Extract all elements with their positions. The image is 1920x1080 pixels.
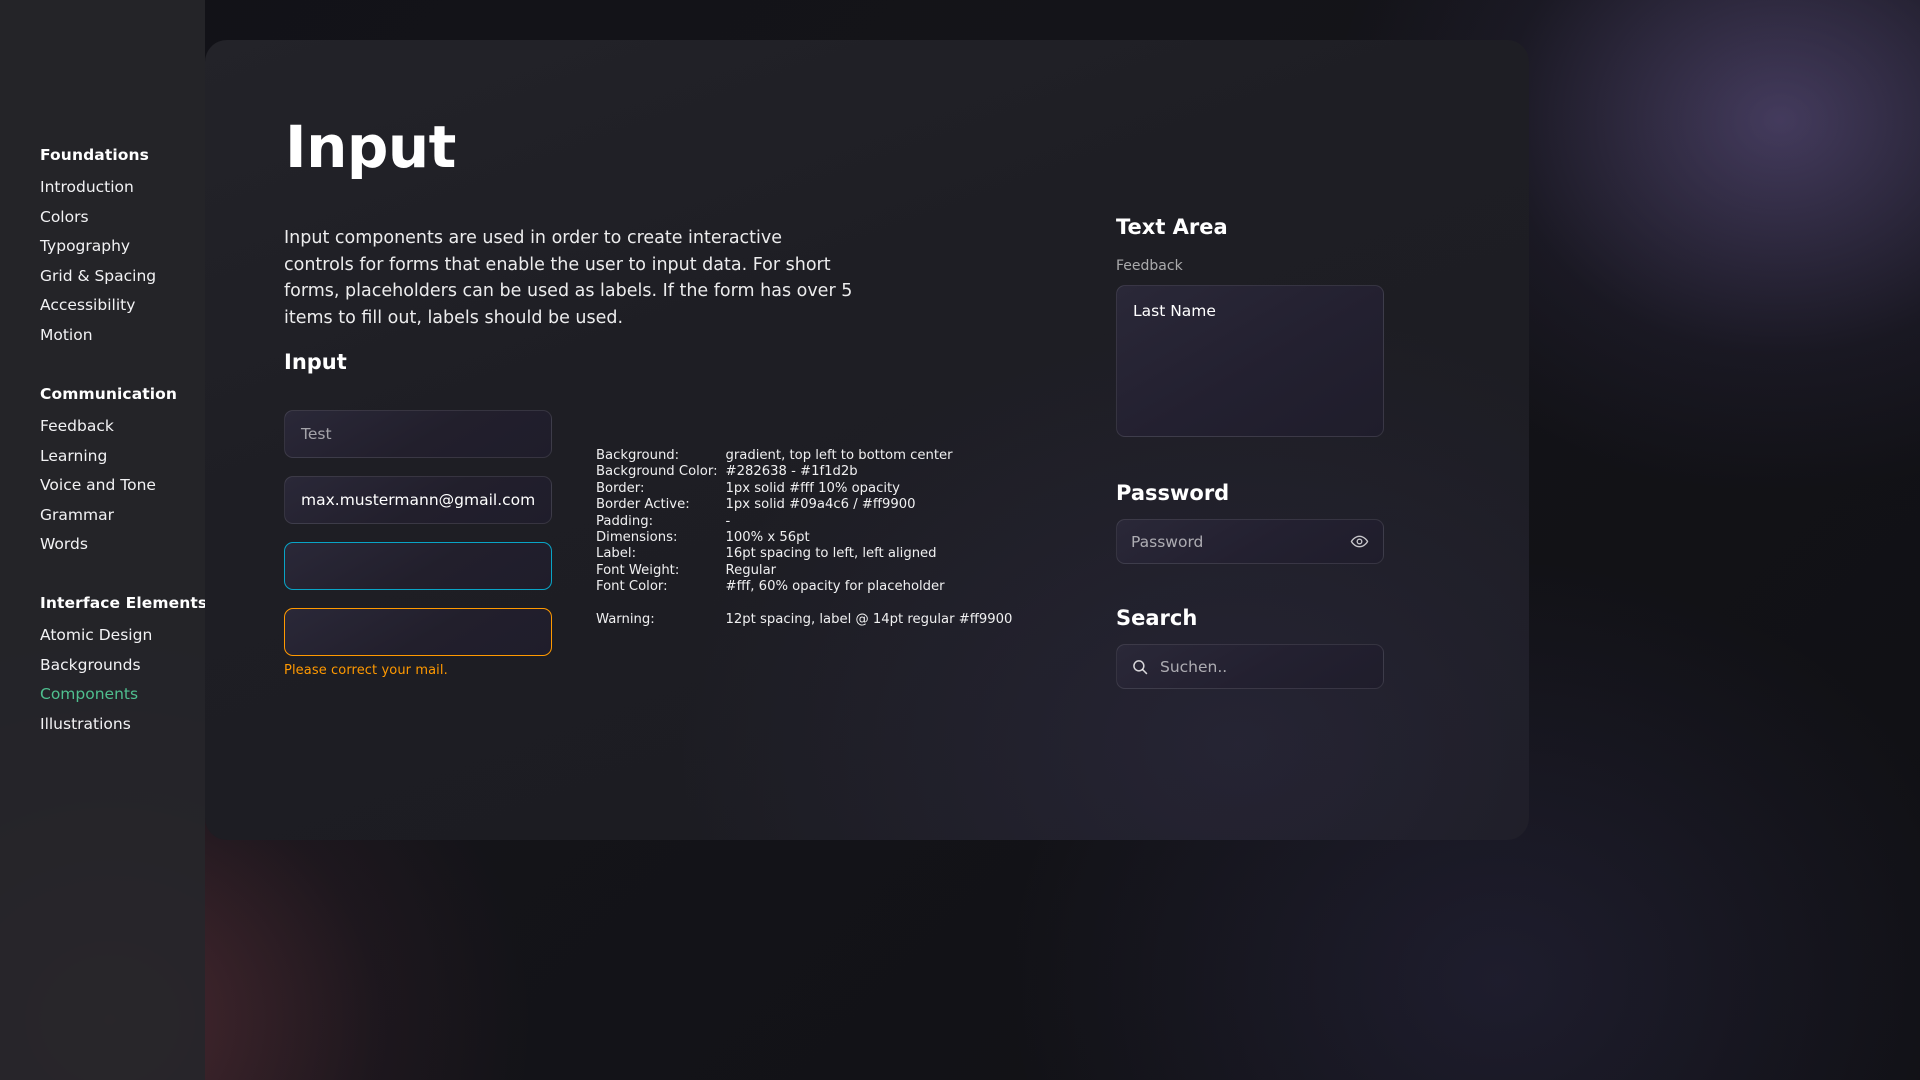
sidebar-item-grid-and-spacing[interactable]: Grid & Spacing (40, 262, 156, 292)
spec-value-warning: 12pt spacing, label @ 14pt regular #ff99… (725, 612, 1013, 628)
spec-row: Font Weight: Regular (596, 563, 1012, 579)
nav-group-interface-elements: Interface Elements Atomic Design Backgro… (40, 594, 207, 739)
sidebar-item-learning[interactable]: Learning (40, 442, 177, 472)
password-section: Password Password (1116, 481, 1384, 564)
sidebar-item-feedback[interactable]: Feedback (40, 412, 177, 442)
spec-spacer (596, 596, 1012, 612)
spec-key: Dimensions: (596, 530, 678, 546)
search-icon (1131, 658, 1149, 676)
sidebar-item-accessibility[interactable]: Accessibility (40, 291, 156, 321)
spec-row: Label: 16pt spacing to left, left aligne… (596, 546, 1012, 562)
spec-row-warning: Warning: 12pt spacing, label @ 14pt regu… (596, 612, 1012, 628)
input-filled-email[interactable]: max.mustermann@gmail.com (284, 476, 552, 524)
spec-row: Border: 1px solid #fff 10% opacity (596, 481, 1012, 497)
input-error[interactable] (284, 608, 552, 656)
sidebar-item-words[interactable]: Words (40, 530, 177, 560)
sidebar-item-motion[interactable]: Motion (40, 321, 156, 351)
input-examples-group: Test max.mustermann@gmail.com Please cor… (284, 410, 552, 678)
spec-value: gradient, top left to bottom center (725, 448, 953, 463)
sidebar-item-atomic-design[interactable]: Atomic Design (40, 621, 207, 651)
spec-row: Dimensions: 100% x 56pt (596, 530, 1012, 546)
spec-row: Background Color: #282638 - #1f1d2b (596, 464, 1012, 480)
spec-value: 1px solid #09a4c6 / #ff9900 (725, 497, 916, 513)
spec-key: Label: (596, 546, 637, 562)
section-title-text-area: Text Area (1116, 215, 1228, 239)
right-column: Text Area Feedback Last Name Password Pa… (1116, 215, 1384, 689)
spec-key: Border: (596, 480, 645, 496)
spec-key: Border Active: (596, 497, 690, 513)
nav-group-title-foundations: Foundations (40, 146, 149, 164)
spec-key: Background: (596, 448, 680, 463)
page-description: Input components are used in order to cr… (284, 228, 853, 328)
spec-table: Background: gradient, top left to bottom… (596, 448, 1012, 628)
nav-group-foundations: Foundations Introduction Colors Typograp… (40, 146, 156, 350)
sidebar-item-voice-and-tone[interactable]: Voice and Tone (40, 471, 177, 501)
spec-value: 16pt spacing to left, left aligned (725, 546, 937, 562)
eye-icon[interactable] (1350, 532, 1369, 551)
textarea-label: Feedback (1116, 258, 1183, 274)
spec-value: Regular (725, 562, 777, 578)
section-title-input: Input (284, 350, 347, 374)
sidebar-item-backgrounds[interactable]: Backgrounds (40, 651, 207, 681)
nav-group-communication: Communication Feedback Learning Voice an… (40, 385, 177, 560)
search-section: Search Suchen.. (1116, 606, 1384, 689)
sidebar-item-grammar[interactable]: Grammar (40, 501, 177, 531)
spec-key: Padding: (596, 513, 654, 529)
nav-group-title-communication: Communication (40, 385, 178, 403)
spec-key: Font Color: (596, 579, 668, 595)
search-input[interactable]: Suchen.. (1116, 644, 1384, 689)
sidebar-item-illustrations[interactable]: Illustrations (40, 710, 207, 740)
section-title-search: Search (1116, 606, 1198, 630)
textarea-feedback[interactable]: Last Name (1116, 285, 1384, 437)
content-panel: Input Input components are used in order… (205, 40, 1529, 840)
sidebar-item-typography[interactable]: Typography (40, 232, 156, 262)
spec-value: - (725, 513, 731, 529)
spec-row: Border Active: 1px solid #09a4c6 / #ff99… (596, 497, 1012, 513)
spec-row: Font Color: #fff, 60% opacity for placeh… (596, 579, 1012, 595)
password-input[interactable]: Password (1116, 519, 1384, 564)
sidebar-item-introduction[interactable]: Introduction (40, 173, 156, 203)
input-default[interactable]: Test (284, 410, 552, 458)
spec-value: 1px solid #fff 10% opacity (725, 480, 900, 496)
input-focused[interactable] (284, 542, 552, 590)
spec-key: Font Weight: (596, 562, 680, 578)
password-placeholder: Password (1131, 532, 1204, 551)
search-placeholder: Suchen.. (1160, 657, 1228, 676)
spec-value: 100% x 56pt (725, 530, 810, 546)
textarea-section: Text Area Feedback Last Name (1116, 215, 1384, 437)
sidebar-item-components[interactable]: Components (40, 680, 207, 710)
sidebar: Foundations Introduction Colors Typograp… (0, 0, 207, 1080)
input-error-message: Please correct your mail. (284, 663, 448, 678)
spec-key: Background Color: (596, 464, 718, 480)
spec-row: Padding: - (596, 514, 1012, 530)
sidebar-item-colors[interactable]: Colors (40, 203, 156, 233)
page-title: Input (285, 113, 456, 181)
spec-row: Background: gradient, top left to bottom… (596, 448, 1012, 464)
spec-value: #282638 - #1f1d2b (725, 464, 858, 480)
spec-value: #fff, 60% opacity for placeholder (725, 579, 945, 595)
section-title-password: Password (1116, 481, 1230, 505)
spec-key-warning: Warning: (596, 612, 655, 628)
nav-group-title-interface-elements: Interface Elements (40, 594, 208, 612)
